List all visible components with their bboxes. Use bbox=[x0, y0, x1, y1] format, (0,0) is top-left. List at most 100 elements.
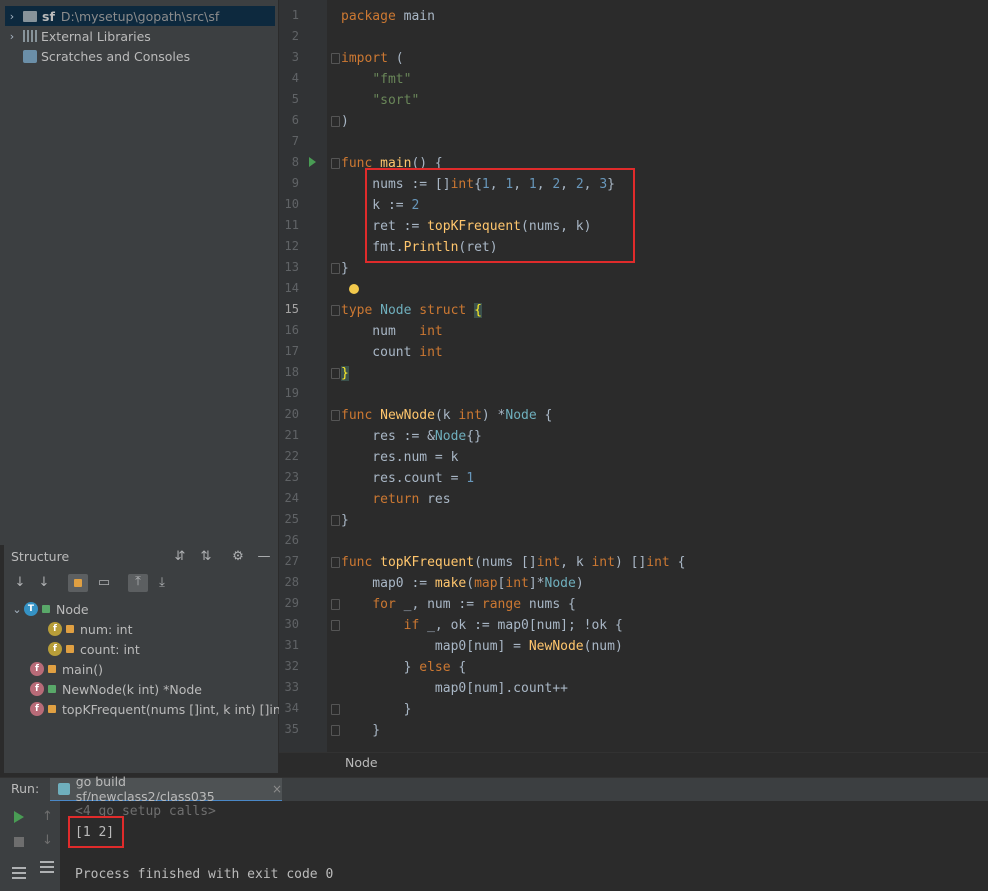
code-line: } bbox=[341, 513, 349, 528]
structure-item-num[interactable]: f num: int bbox=[48, 619, 133, 639]
scratches-row[interactable]: Scratches and Consoles bbox=[19, 46, 190, 66]
function-icon: f bbox=[30, 702, 44, 716]
autoscroll-to-source-icon[interactable]: ⤒ bbox=[128, 574, 148, 592]
code-line: } else { bbox=[341, 660, 467, 675]
sort-by-visibility-icon[interactable]: ↓ bbox=[12, 575, 28, 591]
lightbulb-icon[interactable] bbox=[349, 284, 359, 294]
field-icon: f bbox=[48, 642, 62, 656]
rerun-icon[interactable] bbox=[14, 811, 24, 823]
structure-item-topkfrequent[interactable]: f topKFrequent(nums []int, k int) []int bbox=[30, 699, 286, 719]
collapse-all-icon[interactable]: ⇅ bbox=[198, 549, 214, 565]
chevron-down-icon[interactable]: ⌄ bbox=[10, 603, 24, 616]
line-number: 27 bbox=[284, 554, 299, 568]
breadcrumb-item-node[interactable]: Node bbox=[345, 755, 378, 770]
fold-marker[interactable] bbox=[331, 599, 340, 610]
gear-icon[interactable]: ⚙ bbox=[230, 549, 246, 565]
soft-wrap-icon[interactable] bbox=[40, 861, 54, 873]
project-root-row[interactable]: › sf D:\mysetup\gopath\src\sf bbox=[5, 6, 275, 26]
fold-marker[interactable] bbox=[331, 53, 340, 64]
code-line: num int bbox=[341, 324, 443, 339]
fold-marker[interactable] bbox=[331, 515, 340, 526]
line-number: 1 bbox=[291, 8, 299, 22]
line-number: 25 bbox=[284, 512, 299, 526]
fold-marker[interactable] bbox=[331, 704, 340, 715]
sort-alphabetically-icon[interactable]: ↓ bbox=[36, 575, 52, 591]
fold-marker[interactable] bbox=[331, 305, 340, 316]
code-line: } bbox=[341, 723, 381, 738]
line-number: 32 bbox=[284, 659, 299, 673]
show-fields-icon[interactable] bbox=[68, 574, 88, 592]
chevron-right-icon[interactable]: › bbox=[5, 30, 19, 43]
line-number: 16 bbox=[284, 323, 299, 337]
run-tab[interactable]: go build sf/newclass2/class035 × bbox=[50, 774, 282, 804]
result-highlight-box bbox=[68, 816, 124, 848]
code-line: if _, ok := map0[num]; !ok { bbox=[403, 618, 623, 633]
stop-icon[interactable] bbox=[14, 837, 24, 847]
go-run-icon bbox=[58, 783, 70, 795]
code-line: } bbox=[341, 261, 349, 276]
layout-icon[interactable] bbox=[12, 867, 26, 879]
breadcrumb: Node bbox=[279, 752, 988, 774]
type-icon: T bbox=[24, 602, 38, 616]
folder-icon[interactable]: ▭ bbox=[96, 575, 112, 591]
line-number: 9 bbox=[291, 176, 299, 190]
function-icon: f bbox=[30, 682, 44, 696]
code-editor[interactable]: 1 2 3 4 5 6 7 8 9 10 11 12 13 14 15 16 17 18 19 20 21 22 23 24 2… bbox=[279, 0, 988, 752]
private-icon bbox=[48, 705, 56, 713]
fold-marker[interactable] bbox=[331, 116, 340, 127]
code-line: "sort" bbox=[372, 93, 420, 108]
line-number: 3 bbox=[291, 50, 299, 64]
highlight-box bbox=[365, 168, 635, 263]
fold-marker[interactable] bbox=[331, 725, 340, 736]
code-line: map0 := make(map[int]*Node) bbox=[341, 576, 584, 591]
code-line: func NewNode(k int) *Node { bbox=[341, 408, 553, 423]
code-line: count int bbox=[341, 345, 443, 360]
code-line: return res bbox=[372, 492, 451, 507]
fold-marker[interactable] bbox=[331, 620, 340, 631]
structure-item-count[interactable]: f count: int bbox=[48, 639, 140, 659]
line-number: 20 bbox=[284, 407, 299, 421]
fold-marker[interactable] bbox=[331, 410, 340, 421]
fold-marker[interactable] bbox=[331, 557, 340, 568]
chevron-right-icon[interactable]: › bbox=[5, 10, 19, 23]
down-arrow-icon[interactable]: ↓ bbox=[42, 833, 53, 848]
structure-item-label: topKFrequent(nums []int, k int) []int bbox=[62, 701, 286, 717]
line-number: 17 bbox=[284, 344, 299, 358]
project-panel: › sf D:\mysetup\gopath\src\sf › External… bbox=[0, 0, 279, 545]
external-libraries-row[interactable]: › External Libraries bbox=[5, 26, 151, 46]
function-icon: f bbox=[30, 662, 44, 676]
code-line: for _, num := range nums { bbox=[372, 597, 576, 612]
scratches-label: Scratches and Consoles bbox=[41, 48, 191, 64]
field-icon: f bbox=[48, 622, 62, 636]
line-number: 31 bbox=[284, 638, 299, 652]
library-icon bbox=[23, 30, 37, 42]
fold-marker[interactable] bbox=[331, 263, 340, 274]
fold-marker[interactable] bbox=[331, 368, 340, 379]
run-gutter-icon[interactable] bbox=[309, 157, 316, 167]
line-number: 21 bbox=[284, 428, 299, 442]
up-arrow-icon[interactable]: ↑ bbox=[42, 809, 53, 824]
console-output[interactable]: <4 go setup calls> [1 2] Process finishe… bbox=[60, 801, 988, 891]
autoscroll-from-source-icon[interactable]: ⤓ bbox=[154, 575, 170, 591]
private-icon bbox=[48, 665, 56, 673]
private-icon bbox=[66, 625, 74, 633]
structure-item-node[interactable]: ⌄ T Node bbox=[10, 599, 88, 619]
structure-item-label: NewNode(k int) *Node bbox=[62, 681, 202, 697]
structure-item-newnode[interactable]: f NewNode(k int) *Node bbox=[30, 679, 202, 699]
structure-item-main[interactable]: f main() bbox=[30, 659, 103, 679]
line-number: 4 bbox=[291, 71, 299, 85]
console-line-exit: Process finished with exit code 0 bbox=[75, 867, 334, 882]
line-number: 33 bbox=[284, 680, 299, 694]
structure-item-label: main() bbox=[62, 661, 103, 677]
minimize-icon[interactable]: — bbox=[256, 549, 272, 565]
line-number: 22 bbox=[284, 449, 299, 463]
private-icon bbox=[66, 645, 74, 653]
expand-all-icon[interactable]: ⇵ bbox=[172, 549, 188, 565]
structure-item-label: num: int bbox=[80, 621, 133, 637]
line-number: 10 bbox=[284, 197, 299, 211]
line-number: 8 bbox=[291, 155, 299, 169]
close-icon[interactable]: × bbox=[272, 782, 282, 796]
line-number: 15 bbox=[284, 302, 299, 316]
fold-marker[interactable] bbox=[331, 158, 340, 169]
code-line: "fmt" bbox=[372, 72, 412, 87]
